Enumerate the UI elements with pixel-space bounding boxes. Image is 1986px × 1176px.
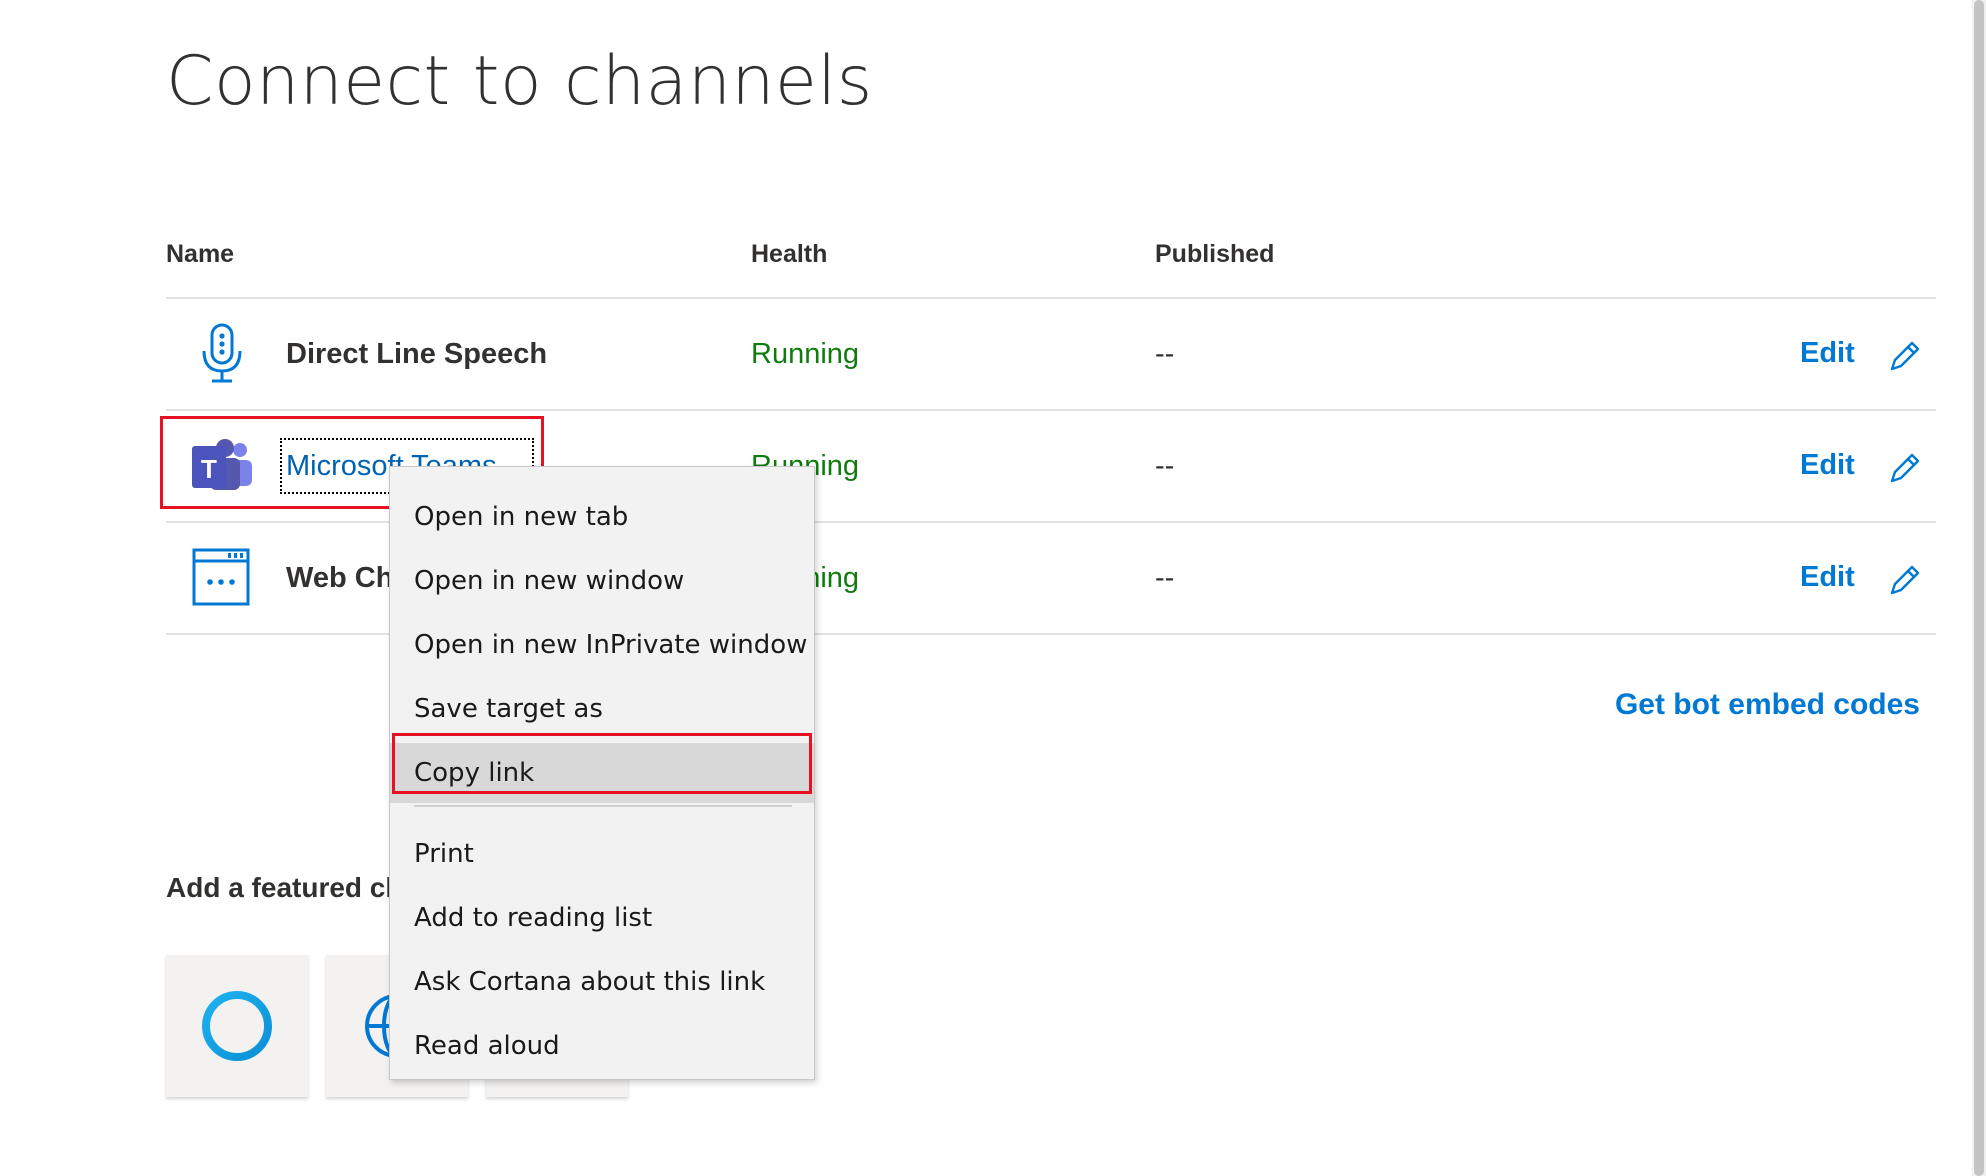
menu-item-open-new-tab[interactable]: Open in new tab [390, 487, 814, 547]
pencil-icon[interactable] [1888, 339, 1922, 373]
published-value: -- [1155, 562, 1175, 594]
pencil-icon[interactable] [1888, 451, 1922, 485]
column-header-health: Health [751, 240, 828, 268]
get-bot-embed-codes-link[interactable]: Get bot embed codes [1615, 688, 1920, 722]
header-divider [166, 297, 1936, 299]
menu-item-open-new-window[interactable]: Open in new window [390, 551, 814, 611]
vertical-scrollbar[interactable] [1972, 0, 1986, 1176]
scrollbar-thumb[interactable] [1974, 0, 1984, 1176]
page-title: Connect to channels [166, 42, 873, 121]
microphone-icon [202, 323, 242, 383]
cortana-icon [202, 991, 272, 1061]
channel-name-direct-line-speech[interactable]: Direct Line Speech [286, 338, 547, 371]
row-divider [166, 409, 1936, 411]
column-header-published: Published [1155, 240, 1275, 268]
menu-item-add-reading-list[interactable]: Add to reading list [390, 888, 814, 948]
menu-separator [414, 805, 792, 807]
status-badge: Running [751, 338, 860, 370]
pencil-icon[interactable] [1888, 563, 1922, 597]
column-header-name: Name [166, 240, 235, 268]
published-value: -- [1155, 338, 1175, 370]
published-value: -- [1155, 450, 1175, 482]
menu-item-read-aloud[interactable]: Read aloud [390, 1016, 814, 1076]
webchat-icon [192, 548, 250, 606]
edit-button[interactable]: Edit [1800, 337, 1855, 370]
edit-button[interactable]: Edit [1800, 561, 1855, 594]
menu-item-ask-cortana[interactable]: Ask Cortana about this link [390, 952, 814, 1012]
featured-tile-cortana[interactable] [166, 955, 308, 1097]
edit-button[interactable]: Edit [1800, 449, 1855, 482]
menu-item-save-target[interactable]: Save target as [390, 679, 814, 739]
menu-item-print[interactable]: Print [390, 824, 814, 884]
menu-item-open-inprivate[interactable]: Open in new InPrivate window [390, 615, 814, 675]
highlight-box-copy-link [392, 733, 812, 794]
context-menu: Open in new tab Open in new window Open … [389, 466, 815, 1080]
